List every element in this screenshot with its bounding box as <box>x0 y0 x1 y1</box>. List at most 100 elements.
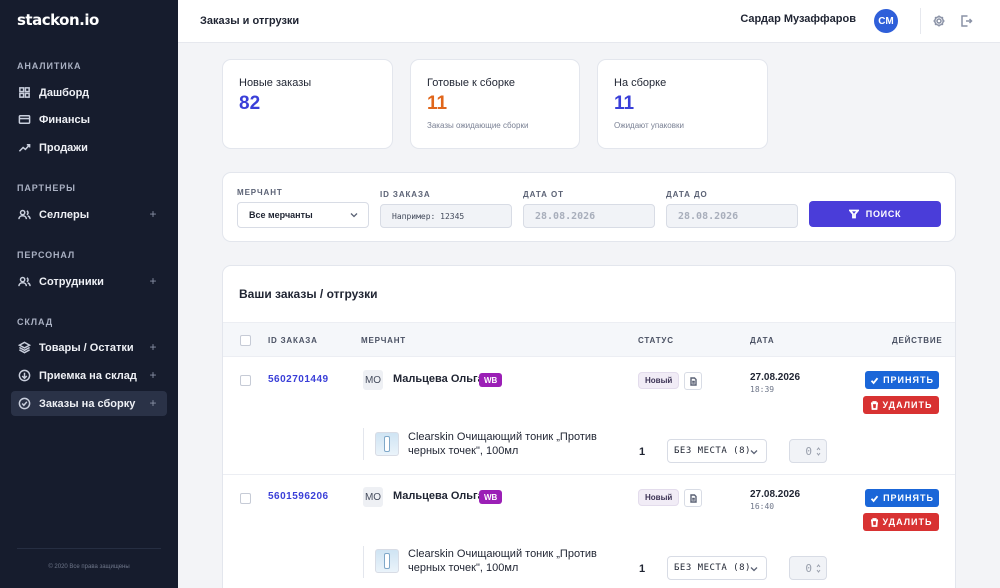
section-title-analytics: Аналитика <box>17 61 82 71</box>
stat-value: 11 <box>614 93 635 114</box>
row-checkbox[interactable] <box>240 375 251 386</box>
merchant-label: Мерчант <box>237 188 283 197</box>
accept-label: Принять <box>883 493 934 503</box>
orders-title: Ваши заказы / отгрузки <box>239 287 378 301</box>
stepper-arrows-icon[interactable] <box>816 563 821 574</box>
product-image <box>375 432 399 456</box>
merchant-avatar: МО <box>363 487 383 507</box>
sidebar-item-sales[interactable]: Продажи <box>11 135 167 160</box>
card-icon <box>17 113 31 127</box>
status-badge: Новый <box>638 372 680 389</box>
sidebar-item-label: Приемка на склад <box>39 369 137 382</box>
column-header[interactable]: Статус <box>638 336 674 345</box>
select-all-checkbox[interactable] <box>240 335 251 346</box>
sidebar-item-label: Продажи <box>39 141 88 154</box>
accept-button[interactable]: Принять <box>865 371 939 389</box>
row-divider <box>223 474 955 475</box>
stat-label: Готовые к сборке <box>427 77 516 89</box>
filter-panel: Мерчант Все мерчанты ID заказа Например:… <box>222 172 956 242</box>
sidebar-item-sellers[interactable]: Селлеры + <box>11 202 167 227</box>
delete-label: Удалить <box>882 517 933 527</box>
status-badge: Новый <box>638 489 680 506</box>
check-icon <box>870 377 879 384</box>
sidebar-item-receiving[interactable]: Приемка на склад + <box>11 363 167 388</box>
check-circle-icon <box>17 397 31 411</box>
trend-icon <box>17 141 31 155</box>
users-icon <box>17 208 31 222</box>
row-checkbox[interactable] <box>240 493 251 504</box>
sidebar-item-dashboard[interactable]: Дашборд <box>11 80 167 105</box>
home-icon <box>17 86 31 100</box>
layers-icon <box>17 341 31 355</box>
gear-icon[interactable] <box>932 14 946 28</box>
avatar[interactable]: СМ <box>874 9 898 33</box>
quantity-stepper[interactable]: 0 <box>789 439 827 463</box>
sidebar: stackon.io Аналитика Дашборд Финансы Про… <box>0 0 178 588</box>
user-name[interactable]: Сардар Музаффаров <box>740 13 856 25</box>
search-button[interactable]: Поиск <box>809 201 941 227</box>
product-image <box>375 549 399 573</box>
delete-button[interactable]: Удалить <box>863 513 939 531</box>
plus-icon[interactable]: + <box>147 275 159 287</box>
order-date: 27.08.2026 <box>750 489 801 500</box>
document-button[interactable] <box>684 489 702 507</box>
orders-panel: Ваши заказы / отгрузки ID заказа Мерчант… <box>222 265 956 588</box>
order-id-link[interactable]: 5602701449 <box>268 374 329 385</box>
sidebar-item-label: Сотрудники <box>39 275 104 288</box>
stepper-value: 0 <box>805 445 812 458</box>
logout-icon[interactable] <box>959 14 973 28</box>
order-time: 18:39 <box>750 385 775 394</box>
date-from-input[interactable]: 28.08.2026 <box>523 204 655 228</box>
plus-icon[interactable]: + <box>147 208 159 220</box>
column-header[interactable]: Мерчант <box>361 336 406 345</box>
date-to-input[interactable]: 28.08.2026 <box>666 204 798 228</box>
place-select-value: БЕЗ МЕСТА (8) <box>674 563 751 573</box>
date-from-label: Дата от <box>523 190 564 199</box>
plus-icon[interactable]: + <box>147 369 159 381</box>
sidebar-item-label: Заказы на сборку <box>39 397 136 410</box>
place-select[interactable]: БЕЗ МЕСТА (8) <box>667 556 767 580</box>
section-title-staff: Персонал <box>17 250 76 260</box>
stepper-arrows-icon[interactable] <box>816 446 821 457</box>
chevron-down-icon <box>350 213 358 218</box>
column-header[interactable]: ID заказа <box>268 336 318 345</box>
merchant-select[interactable]: Все мерчанты <box>237 202 369 228</box>
delete-button[interactable]: Удалить <box>863 396 939 414</box>
plus-icon[interactable]: + <box>147 341 159 353</box>
quantity-stepper[interactable]: 0 <box>789 556 827 580</box>
stat-label: Новые заказы <box>239 77 312 89</box>
sidebar-item-orders[interactable]: Заказы на сборку + <box>11 391 167 416</box>
sidebar-item-products[interactable]: Товары / Остатки + <box>11 335 167 360</box>
sidebar-item-label: Дашборд <box>39 86 90 99</box>
document-button[interactable] <box>684 372 702 390</box>
trash-icon <box>870 400 878 410</box>
divider <box>17 548 161 549</box>
stat-subtitle: Заказы ожидающие сборки <box>427 121 529 130</box>
place-select[interactable]: БЕЗ МЕСТА (8) <box>667 439 767 463</box>
stepper-value: 0 <box>805 562 812 575</box>
order-time: 16:40 <box>750 502 775 511</box>
logo[interactable]: stackon.io <box>17 11 99 29</box>
table-header: ID заказа Мерчант Статус Дата Действие <box>223 322 955 357</box>
check-icon <box>870 495 879 502</box>
column-header: Действие <box>892 336 943 345</box>
stat-subtitle: Ожидают упаковки <box>614 121 684 130</box>
page-title: Заказы и отгрузки <box>200 15 300 27</box>
sidebar-item-finance[interactable]: Финансы <box>11 107 167 132</box>
divider <box>920 8 921 34</box>
product-name: Clearskin Очищающий тоник „Против черных… <box>408 548 597 574</box>
order-id-input[interactable]: Например: 12345 <box>380 204 512 228</box>
product-name: Clearskin Очищающий тоник „Против черных… <box>408 431 597 457</box>
column-header[interactable]: Дата <box>750 336 774 345</box>
search-button-label: Поиск <box>865 209 902 219</box>
filter-icon <box>848 209 859 219</box>
marketplace-badge: WB <box>479 490 503 504</box>
copyright: © 2020 Все права защищены <box>48 564 130 570</box>
sidebar-item-label: Товары / Остатки <box>39 341 134 354</box>
chevron-down-icon <box>750 567 758 572</box>
sidebar-item-employees[interactable]: Сотрудники + <box>11 269 167 294</box>
plus-icon[interactable]: + <box>147 397 159 409</box>
order-id-link[interactable]: 5601596206 <box>268 491 329 502</box>
accept-button[interactable]: Принять <box>865 489 939 507</box>
item-connector <box>363 428 364 460</box>
